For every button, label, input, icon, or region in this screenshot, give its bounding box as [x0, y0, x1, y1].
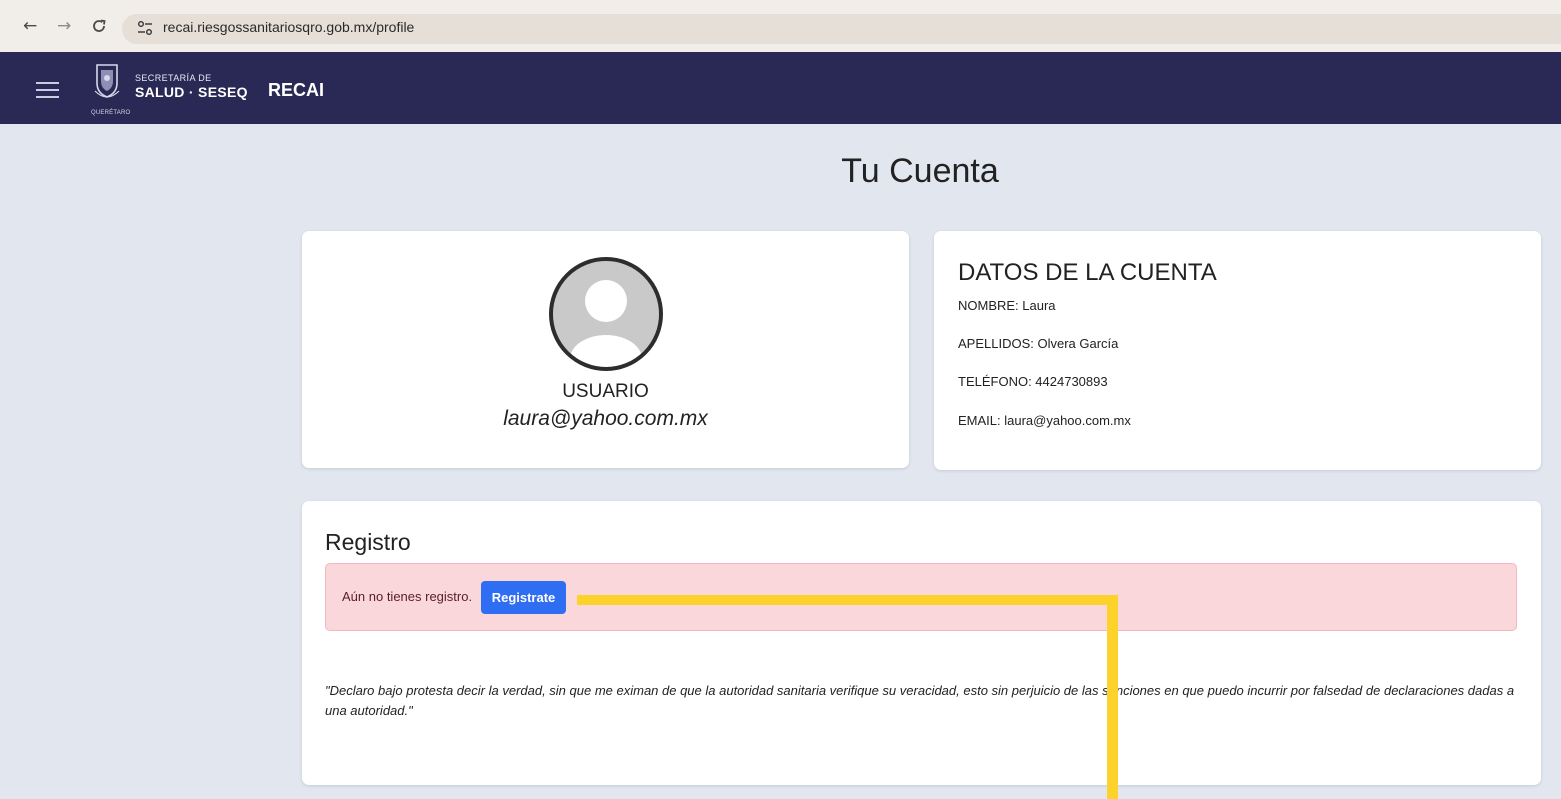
account-email: EMAIL: laura@yahoo.com.mx: [958, 413, 1131, 428]
alert-text: Aún no tienes registro.: [342, 589, 473, 604]
user-avatar-icon: [549, 257, 663, 371]
user-label: USUARIO: [562, 381, 649, 402]
brand-name: SALUD · SESEQ: [135, 84, 248, 100]
seal-caption: QUERÉTARO: [91, 110, 131, 116]
registration-title: Registro: [325, 529, 411, 555]
arrow-right-icon[interactable]: →: [57, 16, 71, 36]
declaration-text: "Declaro bajo protesta decir la verdad, …: [325, 683, 1515, 718]
url-text[interactable]: recai.riesgossanitariosqro.gob.mx/profil…: [163, 19, 414, 35]
account-data-title: DATOS DE LA CUENTA: [958, 259, 1217, 286]
account-surnames: APELLIDOS: Olvera García: [958, 336, 1119, 351]
page-title: Tu Cuenta: [841, 152, 999, 190]
hamburger-menu-icon[interactable]: [36, 82, 59, 98]
annotation-line-horizontal: [577, 595, 1118, 605]
user-email: laura@yahoo.com.mx: [503, 407, 708, 430]
account-phone: TELÉFONO: 4424730893: [958, 374, 1108, 389]
arrow-left-icon[interactable]: ←: [23, 16, 37, 36]
register-button[interactable]: Registrate: [481, 581, 566, 614]
account-name: NOMBRE: Laura: [958, 298, 1056, 313]
app-title[interactable]: RECAI: [268, 80, 324, 101]
reload-icon[interactable]: [91, 18, 107, 34]
annotation-line-vertical: [1107, 595, 1118, 799]
account-data-card: DATOS DE LA CUENTA NOMBRE: Laura APELLID…: [934, 231, 1541, 470]
registration-card: Registro Aún no tienes registro. Registr…: [302, 501, 1541, 785]
brand-subtitle: SECRETARÍA DE: [135, 73, 212, 83]
site-settings-icon[interactable]: [135, 19, 155, 37]
profile-card: USUARIO laura@yahoo.com.mx: [302, 231, 909, 468]
queretaro-seal-logo: [94, 64, 120, 98]
